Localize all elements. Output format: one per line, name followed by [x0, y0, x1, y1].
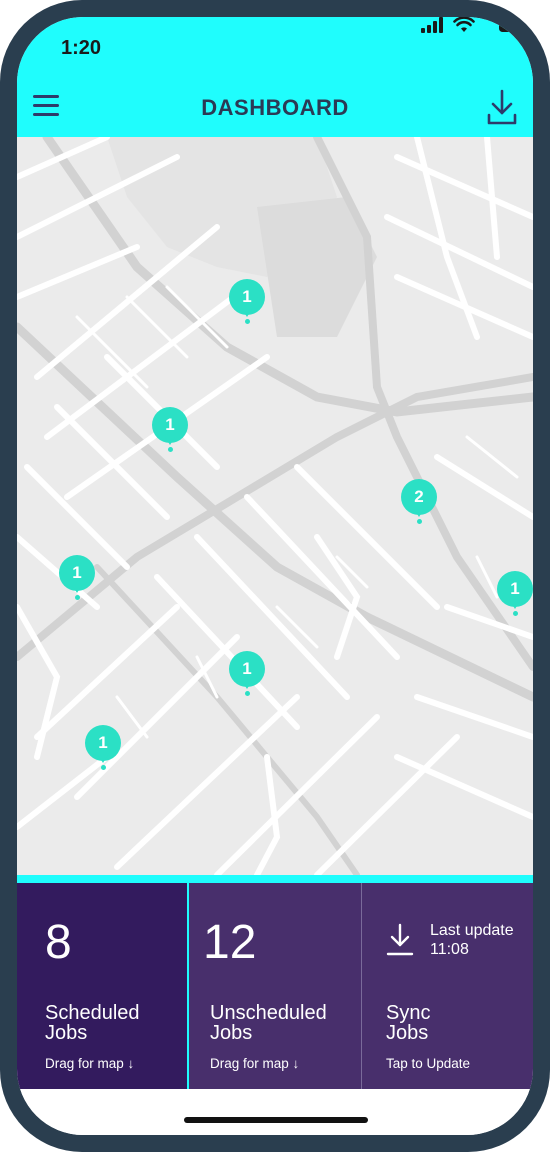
wifi-icon: [453, 17, 475, 32]
scheduled-hint: Drag for map ↓: [45, 1056, 135, 1071]
download-icon[interactable]: [487, 87, 517, 127]
last-update-time: 11:08: [430, 941, 469, 958]
battery-icon: [499, 18, 533, 32]
sync-jobs-tile[interactable]: Last update 11:08 Sync Jobs Tap to Updat…: [362, 883, 533, 1089]
unscheduled-jobs-tile[interactable]: 12 Unscheduled Jobs Drag for map ↓: [189, 883, 361, 1089]
last-update-label: Last update: [430, 922, 514, 939]
map-marker[interactable]: 2: [401, 479, 437, 525]
unscheduled-hint: Drag for map ↓: [210, 1056, 300, 1071]
map-marker[interactable]: 1: [229, 651, 265, 697]
map-marker[interactable]: 1: [59, 555, 95, 601]
map-marker[interactable]: 1: [497, 571, 533, 617]
map-marker[interactable]: 1: [85, 725, 121, 771]
map-marker[interactable]: 1: [229, 279, 265, 325]
status-time: 1:20: [61, 37, 102, 59]
map-view[interactable]: 1 1 2 1 1 1 1: [17, 137, 533, 875]
unscheduled-label: Unscheduled Jobs: [210, 1002, 327, 1044]
home-area: [17, 1089, 533, 1135]
screen: 1:20 DASHBOARD 1 1 2 1 1 1 1 8 Scheduled…: [17, 17, 533, 1135]
scheduled-label: Scheduled Jobs: [45, 1002, 140, 1044]
app-header: 1:20 DASHBOARD: [17, 17, 533, 137]
last-update-info: Last update 11:08: [430, 921, 514, 959]
scheduled-count: 8: [45, 916, 72, 969]
page-title: DASHBOARD: [201, 95, 349, 120]
summary-tiles: 8 Scheduled Jobs Drag for map ↓ 12 Unsch…: [17, 875, 533, 1089]
unscheduled-count: 12: [203, 916, 257, 969]
phone-frame: 1:20 DASHBOARD 1 1 2 1 1 1 1 8 Scheduled…: [0, 0, 550, 1152]
tiles-accent-bar: [17, 875, 533, 883]
home-indicator[interactable]: [184, 1117, 368, 1123]
sync-hint: Tap to Update: [386, 1056, 471, 1071]
map-marker[interactable]: 1: [152, 407, 188, 453]
scheduled-jobs-tile[interactable]: 8 Scheduled Jobs Drag for map ↓: [17, 883, 187, 1089]
sync-download-icon: [386, 923, 414, 956]
signal-icon: [421, 17, 443, 33]
sync-label: Sync Jobs: [386, 1002, 431, 1044]
